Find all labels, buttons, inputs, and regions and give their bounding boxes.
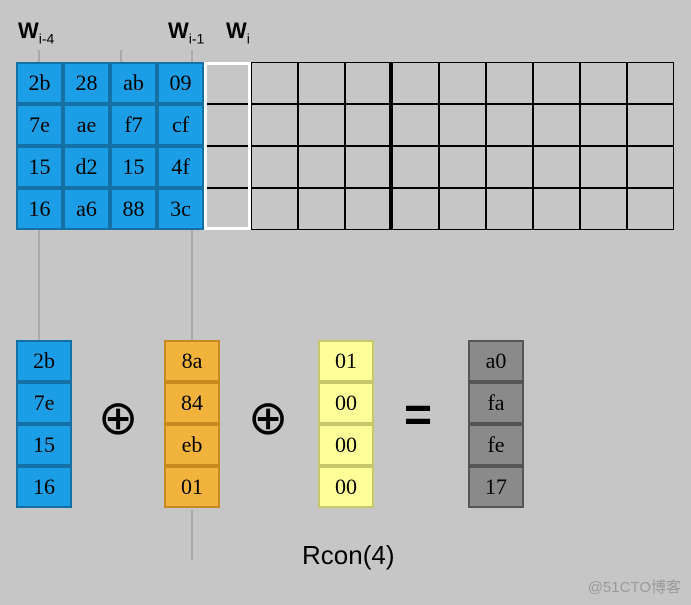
col-cell: 8a <box>164 340 220 382</box>
cell-empty <box>345 146 392 188</box>
cell-empty <box>580 104 627 146</box>
cell-empty <box>298 104 345 146</box>
col-result: a0 fa fe 17 <box>468 340 524 508</box>
cell-empty <box>627 188 674 230</box>
col-cell: 84 <box>164 382 220 424</box>
cell: ab <box>110 62 157 104</box>
cell-empty <box>298 146 345 188</box>
cell-empty <box>392 104 439 146</box>
col-cell: 15 <box>16 424 72 466</box>
col-cell: fa <box>468 382 524 424</box>
col-cell: fe <box>468 424 524 466</box>
cell-empty <box>439 62 486 104</box>
cell-empty <box>392 188 439 230</box>
col-gw: 8a 84 eb 01 <box>164 340 220 508</box>
col-cell: eb <box>164 424 220 466</box>
col-cell: 17 <box>468 466 524 508</box>
cell-empty <box>439 104 486 146</box>
cell-empty <box>251 188 298 230</box>
col-cell: 16 <box>16 466 72 508</box>
cell-empty <box>392 62 439 104</box>
cell-empty <box>251 62 298 104</box>
cell-empty <box>345 104 392 146</box>
cell-empty <box>486 62 533 104</box>
wi-highlight <box>204 62 251 230</box>
cell-empty <box>533 62 580 104</box>
cell-empty <box>627 146 674 188</box>
watermark: @51CTO博客 <box>588 576 681 597</box>
cell-empty <box>627 104 674 146</box>
cell-empty <box>392 146 439 188</box>
col-cell: 2b <box>16 340 72 382</box>
col-cell: 00 <box>318 382 374 424</box>
cell-empty <box>298 62 345 104</box>
cell: a6 <box>63 188 110 230</box>
cell-empty <box>345 62 392 104</box>
cell: 15 <box>110 146 157 188</box>
label-wi: Wi <box>226 18 250 46</box>
cell: ae <box>63 104 110 146</box>
col-cell: 01 <box>164 466 220 508</box>
cell-empty <box>533 146 580 188</box>
cell-empty <box>486 104 533 146</box>
equals-icon: = <box>404 388 432 443</box>
cell: 2b <box>16 62 63 104</box>
cell-empty <box>533 188 580 230</box>
col-cell: 00 <box>318 466 374 508</box>
col-cell: 00 <box>318 424 374 466</box>
col-wi-4: 2b 7e 15 16 <box>16 340 72 508</box>
cell-empty <box>580 146 627 188</box>
cell-empty <box>439 146 486 188</box>
label-wi-1: Wi-1 <box>168 18 204 46</box>
cell-empty <box>486 146 533 188</box>
cell: d2 <box>63 146 110 188</box>
col-rcon: 01 00 00 00 <box>318 340 374 508</box>
cell-empty <box>627 62 674 104</box>
cell: cf <box>157 104 204 146</box>
cell-empty <box>298 188 345 230</box>
label-wi-4: Wi-4 <box>18 18 54 46</box>
cell: 28 <box>63 62 110 104</box>
cell-empty <box>533 104 580 146</box>
cell: f7 <box>110 104 157 146</box>
cell-empty <box>345 188 392 230</box>
cell-empty <box>580 188 627 230</box>
cell: 7e <box>16 104 63 146</box>
cell: 09 <box>157 62 204 104</box>
cell-empty <box>251 146 298 188</box>
xor-icon: ⊕ <box>98 390 138 446</box>
cell-empty <box>251 104 298 146</box>
cell: 15 <box>16 146 63 188</box>
cell-empty <box>580 62 627 104</box>
cell: 88 <box>110 188 157 230</box>
col-cell: 7e <box>16 382 72 424</box>
guide-line-4 <box>191 510 193 560</box>
cell: 4f <box>157 146 204 188</box>
cell-empty <box>439 188 486 230</box>
col-cell: 01 <box>318 340 374 382</box>
cell-empty <box>486 188 533 230</box>
cell: 3c <box>157 188 204 230</box>
xor-icon: ⊕ <box>248 390 288 446</box>
label-rcon: Rcon(4) <box>302 540 394 571</box>
key-state-grid: 2b 28 ab 09 7e ae f7 cf 15 d2 15 4f 16 a… <box>16 62 674 230</box>
col-cell: a0 <box>468 340 524 382</box>
cell: 16 <box>16 188 63 230</box>
